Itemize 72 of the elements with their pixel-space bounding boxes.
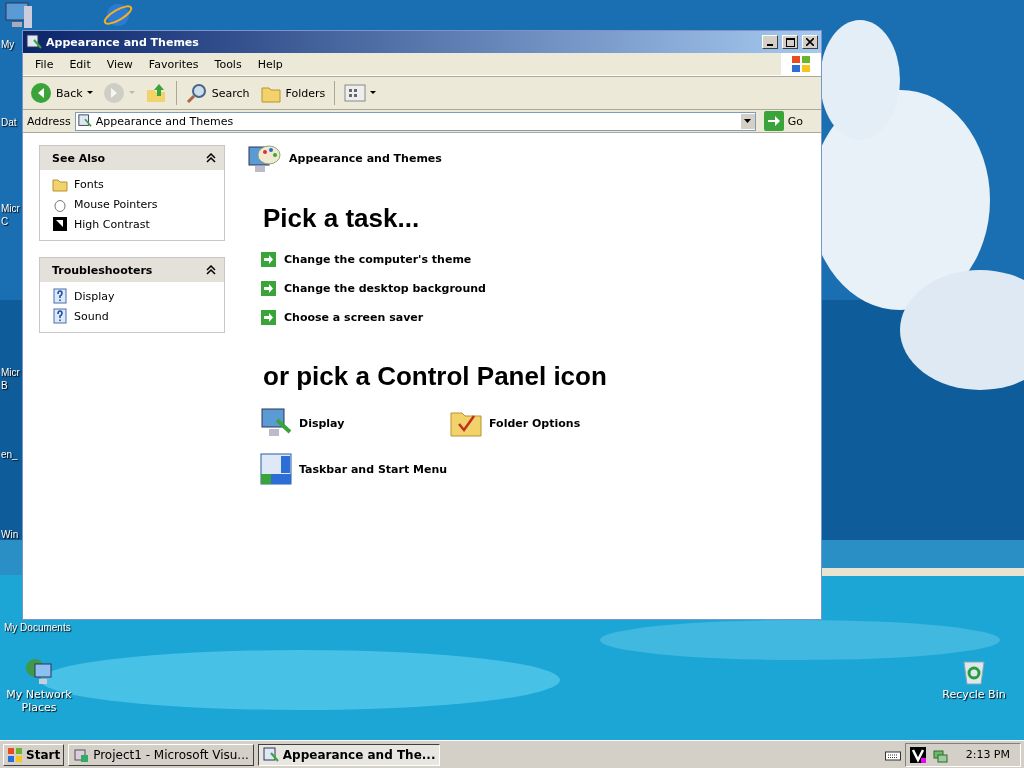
views-icon [344, 84, 367, 102]
pane-link[interactable]: Mouse Pointers [74, 197, 158, 211]
window-title: Appearance and Themes [46, 35, 200, 49]
maximize-icon [785, 37, 795, 47]
control-panel-link[interactable]: Folder Options [489, 416, 581, 430]
menu-item[interactable]: Favorites [140, 57, 207, 71]
pane-title: See Also [52, 151, 106, 165]
taskbar-button[interactable]: Project1 - Microsoft Visu... [68, 743, 254, 766]
close-icon [806, 38, 814, 46]
pane-title: Troubleshooters [52, 263, 153, 277]
section-heading: Pick a task... [263, 203, 421, 234]
desktop-icon-label[interactable]: Micr [1, 366, 20, 379]
pane-link[interactable]: Sound [74, 309, 109, 323]
up-folder-icon [144, 82, 167, 104]
menu-item[interactable]: Help [249, 57, 291, 71]
minimize-button[interactable] [762, 35, 778, 49]
control-panel-link[interactable]: Taskbar and Start Menu [299, 462, 448, 476]
task-link[interactable]: Change the computer's theme [284, 253, 472, 266]
menu-item[interactable]: View [98, 57, 141, 71]
task-link[interactable]: Change the desktop background [284, 282, 486, 295]
clock: 2:13 PM [965, 748, 1010, 761]
menu-item[interactable]: Tools [206, 57, 250, 71]
help-icon [52, 308, 68, 324]
menu-item[interactable]: Edit [61, 57, 99, 71]
desktop-icon-label[interactable]: en_ [1, 448, 18, 461]
address-label: Address [27, 114, 71, 128]
pane-link[interactable]: High Contrast [74, 217, 150, 231]
keyboard-icon[interactable] [884, 748, 901, 761]
desktop-icon-label[interactable]: B [1, 379, 8, 392]
desktop-icon-label[interactable]: C [1, 215, 9, 228]
go-button[interactable]: Go [759, 111, 817, 131]
pane-link[interactable]: Fonts [74, 177, 104, 191]
control-panel-icon [77, 114, 92, 128]
page-heading: Appearance and Themes [289, 151, 442, 165]
search-button[interactable]: Search [182, 80, 253, 106]
taskbar-button[interactable]: Appearance and The... [257, 743, 441, 766]
help-icon [52, 288, 68, 304]
taskbar-icon [259, 452, 293, 486]
menu-item[interactable]: File [27, 57, 62, 71]
caret-icon [128, 91, 135, 95]
search-icon [185, 82, 208, 104]
control-panel-icon [262, 746, 279, 763]
folders-button[interactable]: Folders [256, 80, 329, 106]
contrast-icon [52, 216, 68, 232]
section-heading: or pick a Control Panel icon [263, 361, 608, 392]
start-button[interactable]: Start [3, 743, 65, 766]
address-field[interactable]: Appearance and Themes [74, 111, 756, 131]
task-link[interactable]: Choose a screen saver [284, 311, 424, 324]
desktop-icon-label[interactable]: Micr [1, 202, 20, 215]
tray-app-icon[interactable] [909, 746, 926, 763]
program-icon [73, 746, 90, 763]
caret-icon [86, 91, 93, 95]
back-button[interactable]: Back [27, 80, 96, 106]
close-button[interactable] [802, 35, 818, 49]
desktop-icon-label[interactable]: Dat [1, 116, 17, 129]
arrow-icon [261, 252, 276, 267]
control-panel-link[interactable]: Display [299, 416, 345, 430]
maximize-button[interactable] [782, 35, 798, 49]
collapse-chevron-icon[interactable] [206, 265, 216, 275]
windows-flag-logo [7, 746, 23, 763]
caret-icon [370, 91, 377, 95]
folder-icon [52, 176, 68, 192]
pane-link[interactable]: Display [74, 289, 115, 303]
control-panel-icon [26, 34, 42, 50]
desktop-icon-label[interactable]: My [1, 38, 15, 51]
windows-flag-logo [790, 54, 812, 74]
dropdown-button[interactable] [740, 113, 755, 129]
arrow-icon [261, 310, 276, 325]
desktop-icon-label[interactable]: Win [1, 528, 19, 541]
caret-icon [744, 119, 752, 123]
collapse-chevron-icon[interactable] [206, 153, 216, 163]
arrow-icon [261, 281, 276, 296]
